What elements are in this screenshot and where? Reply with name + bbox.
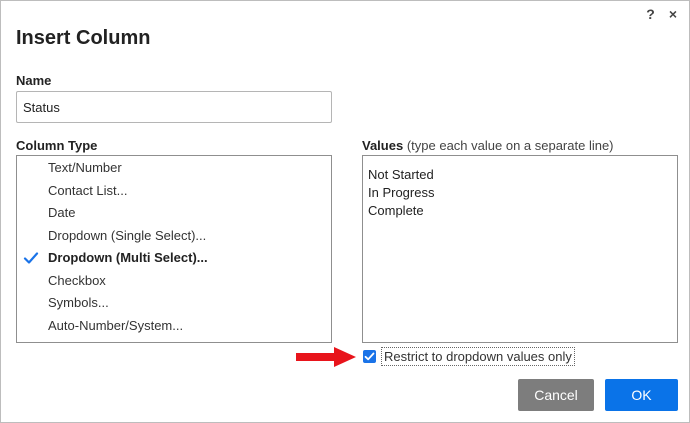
column-type-dropdown-single[interactable]: Dropdown (Single Select)... [17, 225, 331, 247]
restrict-checkbox[interactable] [363, 349, 376, 363]
values-label: Values (type each value on a separate li… [362, 138, 614, 153]
help-icon[interactable]: ? [646, 6, 655, 22]
name-label: Name [16, 73, 52, 88]
dialog-title: Insert Column [16, 27, 151, 49]
close-icon[interactable]: × [669, 6, 677, 22]
checkmark-icon [23, 252, 39, 264]
checkbox-check-icon [364, 352, 375, 360]
column-type-auto-number[interactable]: Auto-Number/System... [17, 315, 331, 337]
column-type-date[interactable]: Date [17, 202, 331, 224]
list-item-label: Date [48, 205, 76, 220]
list-item-label: Auto-Number/System... [48, 318, 184, 333]
value-line: Complete [368, 203, 424, 218]
insert-column-dialog: ? × Insert Column Name Column Type Text/… [0, 0, 690, 423]
restrict-label[interactable]: Restrict to dropdown values only [381, 346, 575, 366]
list-item-label: Dropdown (Multi Select)... [48, 250, 208, 265]
list-item-label: Dropdown (Single Select)... [48, 228, 207, 243]
values-hint: (type each value on a separate line) [406, 138, 614, 153]
red-arrow-icon [296, 347, 356, 367]
values-textarea[interactable]: Not Started In Progress Complete [362, 155, 678, 343]
list-item-label: Checkbox [48, 273, 106, 288]
list-item-label: Text/Number [48, 160, 122, 175]
restrict-option[interactable]: Restrict to dropdown values only [363, 346, 575, 366]
column-type-list[interactable]: Text/Number Contact List... Date Dropdow… [16, 155, 332, 343]
list-item-label: Symbols... [48, 295, 109, 310]
cancel-button[interactable]: Cancel [518, 379, 594, 411]
title-bar-icons: ? × [646, 6, 677, 22]
column-type-checkbox[interactable]: Checkbox [17, 270, 331, 292]
list-item-label: Contact List... [48, 183, 128, 198]
column-type-symbols[interactable]: Symbols... [17, 292, 331, 314]
name-input[interactable] [16, 91, 332, 123]
column-type-contact-list[interactable]: Contact List... [17, 180, 331, 202]
value-line: Not Started [368, 167, 434, 182]
ok-button[interactable]: OK [605, 379, 678, 411]
column-type-text-number[interactable]: Text/Number [17, 157, 331, 179]
values-label-text: Values [362, 138, 404, 153]
value-line: In Progress [368, 185, 435, 200]
column-type-label: Column Type [16, 138, 98, 153]
column-type-dropdown-multi[interactable]: Dropdown (Multi Select)... [17, 247, 331, 269]
